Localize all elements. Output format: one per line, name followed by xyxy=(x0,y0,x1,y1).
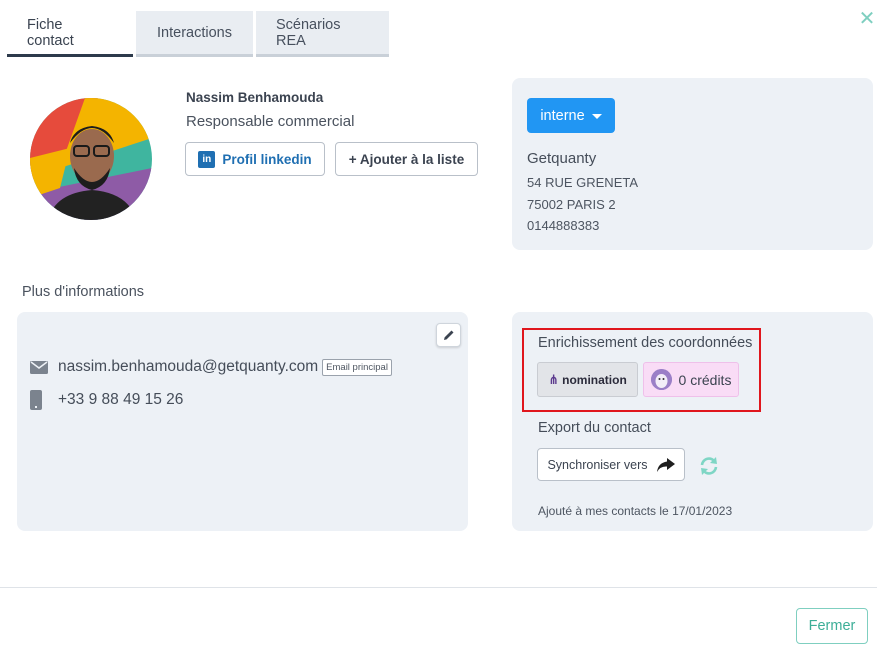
nomination-logo-icon: ⋔ xyxy=(548,371,560,387)
close-button[interactable]: Fermer xyxy=(796,608,868,644)
avatar xyxy=(30,98,152,220)
caret-down-icon xyxy=(591,114,602,119)
envelope-icon xyxy=(30,360,48,374)
company-name: Getquanty xyxy=(527,150,597,167)
close-icon[interactable]: ✕ xyxy=(856,8,877,30)
company-address-line1: 54 RUE GRENETA xyxy=(527,175,639,190)
phone-row: +33 9 88 49 15 26 xyxy=(30,390,183,410)
credits-avatar-icon xyxy=(650,369,672,390)
contact-role: Responsable commercial xyxy=(186,113,355,130)
added-date-text: Ajouté à mes contacts le 17/01/2023 xyxy=(538,504,733,518)
email-row: nassim.benhamouda@getquanty.com Email pr… xyxy=(30,358,392,376)
company-address-line2: 75002 PARIS 2 xyxy=(527,197,616,212)
mobile-phone-icon xyxy=(30,390,42,410)
footer-divider xyxy=(0,587,877,588)
company-type-label: interne xyxy=(540,107,585,124)
email-principal-badge: Email principal xyxy=(322,358,392,376)
sync-label: Synchroniser vers xyxy=(547,457,648,472)
export-title: Export du contact xyxy=(538,420,651,436)
tab-fiche-contact[interactable]: Fiche contact xyxy=(7,11,133,57)
nomination-button[interactable]: ⋔ nomination xyxy=(537,362,638,397)
linkedin-label: Profil linkedin xyxy=(222,151,312,167)
credits-button[interactable]: 0 crédits xyxy=(643,362,739,397)
company-type-dropdown[interactable]: interne xyxy=(527,98,615,133)
pencil-icon xyxy=(443,330,453,340)
sync-to-button[interactable]: Synchroniser vers xyxy=(537,448,685,481)
contact-name: Nassim Benhamouda xyxy=(186,90,324,105)
edit-button[interactable] xyxy=(436,323,461,347)
linkedin-icon: in xyxy=(198,150,216,168)
credits-label: 0 crédits xyxy=(678,371,732,388)
company-phone: 0144888383 xyxy=(527,218,600,233)
add-to-list-label: + Ajouter à la liste xyxy=(348,151,465,167)
phone-value[interactable]: +33 9 88 49 15 26 xyxy=(58,391,183,409)
close-button-label: Fermer xyxy=(808,618,856,634)
enrichment-title: Enrichissement des coordonnées xyxy=(538,335,753,351)
email-value[interactable]: nassim.benhamouda@getquanty.com xyxy=(58,358,318,376)
share-arrow-icon xyxy=(656,457,675,472)
tab-interactions[interactable]: Interactions xyxy=(136,11,253,57)
tab-bar: Fiche contact Interactions Scénarios REA xyxy=(7,11,389,57)
nomination-label: nomination xyxy=(562,372,627,387)
refresh-icon[interactable] xyxy=(698,455,720,477)
add-to-list-button[interactable]: + Ajouter à la liste xyxy=(335,142,478,176)
enrichment-card: Enrichissement des coordonnées ⋔ nominat… xyxy=(512,312,873,531)
contact-info-card: nassim.benhamouda@getquanty.com Email pr… xyxy=(17,312,468,531)
company-card: interne Getquanty 54 RUE GRENETA 75002 P… xyxy=(512,78,873,250)
linkedin-profile-button[interactable]: in Profil linkedin xyxy=(185,142,325,176)
more-info-heading: Plus d'informations xyxy=(22,284,145,300)
tab-scenarios-rea[interactable]: Scénarios REA xyxy=(256,11,389,57)
